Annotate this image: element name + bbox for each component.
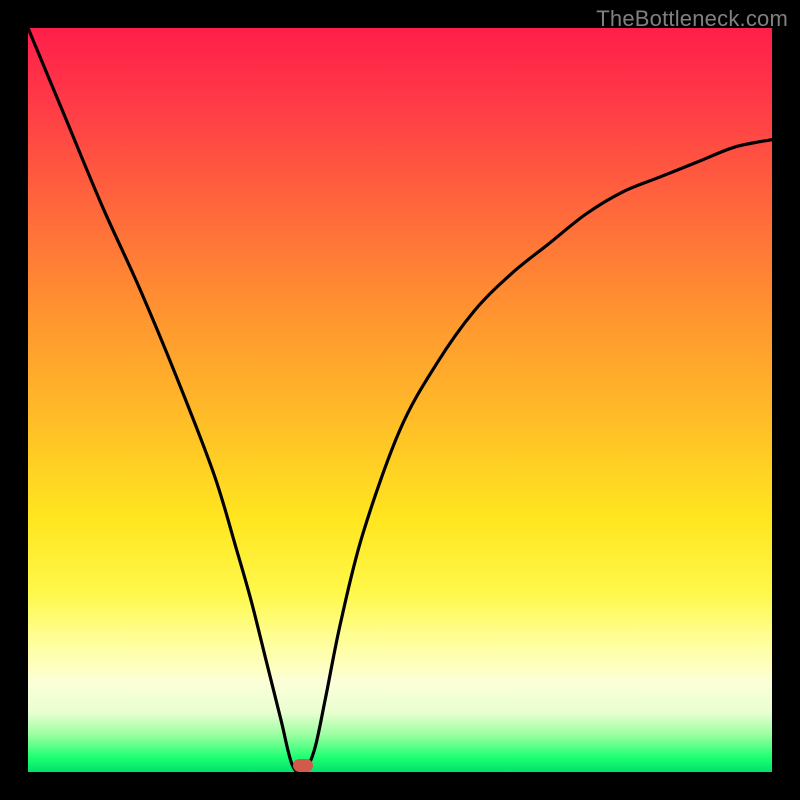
optimal-marker [293,759,313,772]
chart-frame: TheBottleneck.com [0,0,800,800]
bottleneck-curve [28,28,772,772]
plot-area [28,28,772,772]
